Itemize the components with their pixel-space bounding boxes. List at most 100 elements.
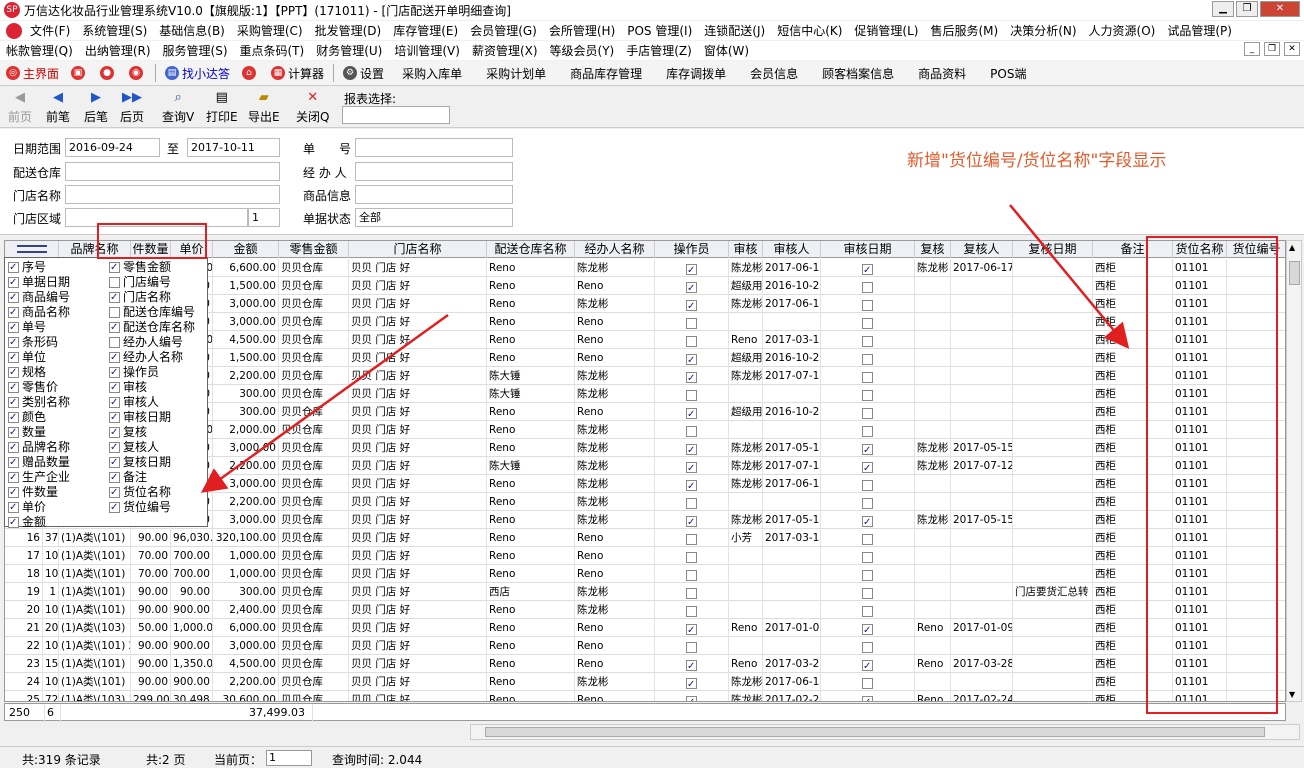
settings-button[interactable]: ⚙ 设置 [337,61,390,86]
column-option[interactable]: 经办人名称 [109,350,183,365]
column-header[interactable]: 复核日期 [1013,241,1093,258]
audit-checkbox[interactable] [686,694,697,701]
audit-checkbox[interactable] [686,298,697,313]
column-option[interactable]: 审核 [109,380,147,395]
column-checkbox[interactable] [8,440,19,455]
review-checkbox[interactable] [862,588,873,599]
menu-item[interactable]: 售后服务(M) [924,22,1004,39]
table-row[interactable]: 24 10 (1)A类\(101) 90.00 900.00 2,200.00 贝贝仓库 贝贝… [5,673,1285,691]
column-header[interactable]: 门店名称 [349,241,487,258]
column-checkbox[interactable] [8,350,19,365]
review-checkbox[interactable] [862,642,873,653]
table-row[interactable]: 2315(1)A类\(101)90.001,350.004,500.00贝贝仓库… [5,655,1285,673]
calculator-button[interactable]: ▦ 计算器 [265,61,330,86]
header-select-all[interactable] [5,241,59,258]
column-option[interactable]: 规格 [8,365,46,380]
column-checkbox[interactable] [109,365,120,380]
export-button[interactable]: ▰ 导出E [248,90,280,125]
column-option[interactable]: 经办人编号 [109,335,183,350]
table-row[interactable]: 2572(1)A类\(103) 12299.0030,498.0030,600.… [5,691,1285,701]
column-option[interactable]: 复核日期 [109,455,171,470]
audit-checkbox[interactable] [686,390,697,401]
menu-item[interactable]: 短信中心(K) [771,22,848,39]
menu-item[interactable]: 会员管理(G) [464,22,543,39]
review-checkbox[interactable] [862,514,873,529]
date-to-input[interactable]: 2017-10-11 [187,138,280,157]
audit-checkbox[interactable] [686,498,697,509]
review-checkbox[interactable] [862,354,873,365]
audit-checkbox[interactable] [686,406,697,421]
review-checkbox[interactable] [862,300,873,311]
column-option[interactable]: 零售金额 [109,260,171,275]
column-checkbox[interactable] [8,305,19,320]
lock-button[interactable]: ▣ [65,61,94,86]
store-input[interactable] [65,185,280,204]
audit-checkbox[interactable] [686,658,697,673]
menu-item[interactable]: 帐款管理(Q) [0,42,79,59]
column-checkbox[interactable] [8,515,19,530]
column-checkbox[interactable] [109,320,120,335]
menu-item[interactable]: 系统管理(S) [76,22,153,39]
column-checkbox[interactable] [109,307,120,318]
query-button[interactable]: ⌕ 查询V [162,90,194,125]
review-checkbox[interactable] [862,480,873,491]
menu-item[interactable]: 窗体(W) [698,42,755,59]
menu-item[interactable]: 促销管理(L) [848,22,924,39]
column-checkbox[interactable] [109,485,120,500]
nav-link[interactable]: 采购入库单 [390,61,474,86]
date-from-input[interactable]: 2016-09-24 [65,138,160,157]
column-option[interactable]: 件数量 [8,485,58,500]
table-row[interactable]: 2210(1)A类\(101) 2090.00900.003,000.00贝贝仓… [5,637,1285,655]
audit-checkbox[interactable] [686,442,697,457]
column-option[interactable]: 货位名称 [109,485,171,500]
scroll-up-icon[interactable]: ▲ [1289,243,1295,252]
column-checkbox[interactable] [8,425,19,440]
goods-input[interactable] [355,185,513,204]
last-page-button[interactable]: ▶▶ 后页 [120,90,144,125]
column-option[interactable]: 操作员 [109,365,159,380]
column-option[interactable]: 商品编号 [8,290,70,305]
audit-checkbox[interactable] [686,534,697,545]
column-checkbox[interactable] [8,380,19,395]
review-checkbox[interactable] [862,460,873,475]
column-header[interactable]: 金额 [213,241,279,258]
audit-checkbox[interactable] [686,622,697,637]
audit-checkbox[interactable] [686,318,697,329]
column-header[interactable]: 复核 [915,241,951,258]
column-option[interactable]: 品牌名称 [8,440,70,455]
review-checkbox[interactable] [862,282,873,293]
column-checkbox[interactable] [8,395,19,410]
column-option[interactable]: 生产企业 [8,470,70,485]
column-checkbox[interactable] [8,485,19,500]
menu-item[interactable]: 财务管理(U) [310,42,388,59]
vertical-scrollbar[interactable]: ▲ ▼ [1286,240,1302,702]
review-checkbox[interactable] [862,336,873,347]
column-checkbox[interactable] [109,277,120,288]
doc-status-select[interactable]: 全部 [355,208,513,227]
column-option[interactable]: 类别名称 [8,395,70,410]
column-header[interactable]: 配送仓库名称 [487,241,575,258]
column-checkbox[interactable] [8,275,19,290]
column-checkbox[interactable] [8,470,19,485]
column-checkbox[interactable] [8,320,19,335]
column-checkbox[interactable] [8,500,19,515]
column-option[interactable]: 配送仓库编号 [109,305,195,320]
table-row[interactable]: 2120(1)A类\(103) 1250.001,000.006,000.00贝… [5,619,1285,637]
menu-item[interactable]: 手店管理(Z) [620,42,698,59]
column-header[interactable]: 复核人 [951,241,1013,258]
column-checkbox[interactable] [8,260,19,275]
review-checkbox[interactable] [862,622,873,637]
menu-item[interactable]: 文件(F) [24,22,76,39]
home-button[interactable]: ⌂ [236,61,265,86]
table-row[interactable]: 17 10 (1)A类\(101) 70.00 700.00 1,000.00 贝贝仓库 贝贝… [5,547,1285,565]
table-row[interactable]: 20 10 (1)A类\(101) 90.00 900.00 2,400.00 贝贝仓库 贝贝… [5,601,1285,619]
review-checkbox[interactable] [862,534,873,545]
mdi-restore-icon[interactable]: ❐ [1264,42,1280,56]
nav-link[interactable]: POS端 [978,61,1038,86]
review-checkbox[interactable] [862,552,873,563]
column-header[interactable]: 审核日期 [821,241,915,258]
column-option[interactable]: 单价 [8,500,46,515]
column-option[interactable]: 门店名称 [109,290,171,305]
column-checkbox[interactable] [109,425,120,440]
first-page-button[interactable]: ◀ 前页 [8,90,32,125]
